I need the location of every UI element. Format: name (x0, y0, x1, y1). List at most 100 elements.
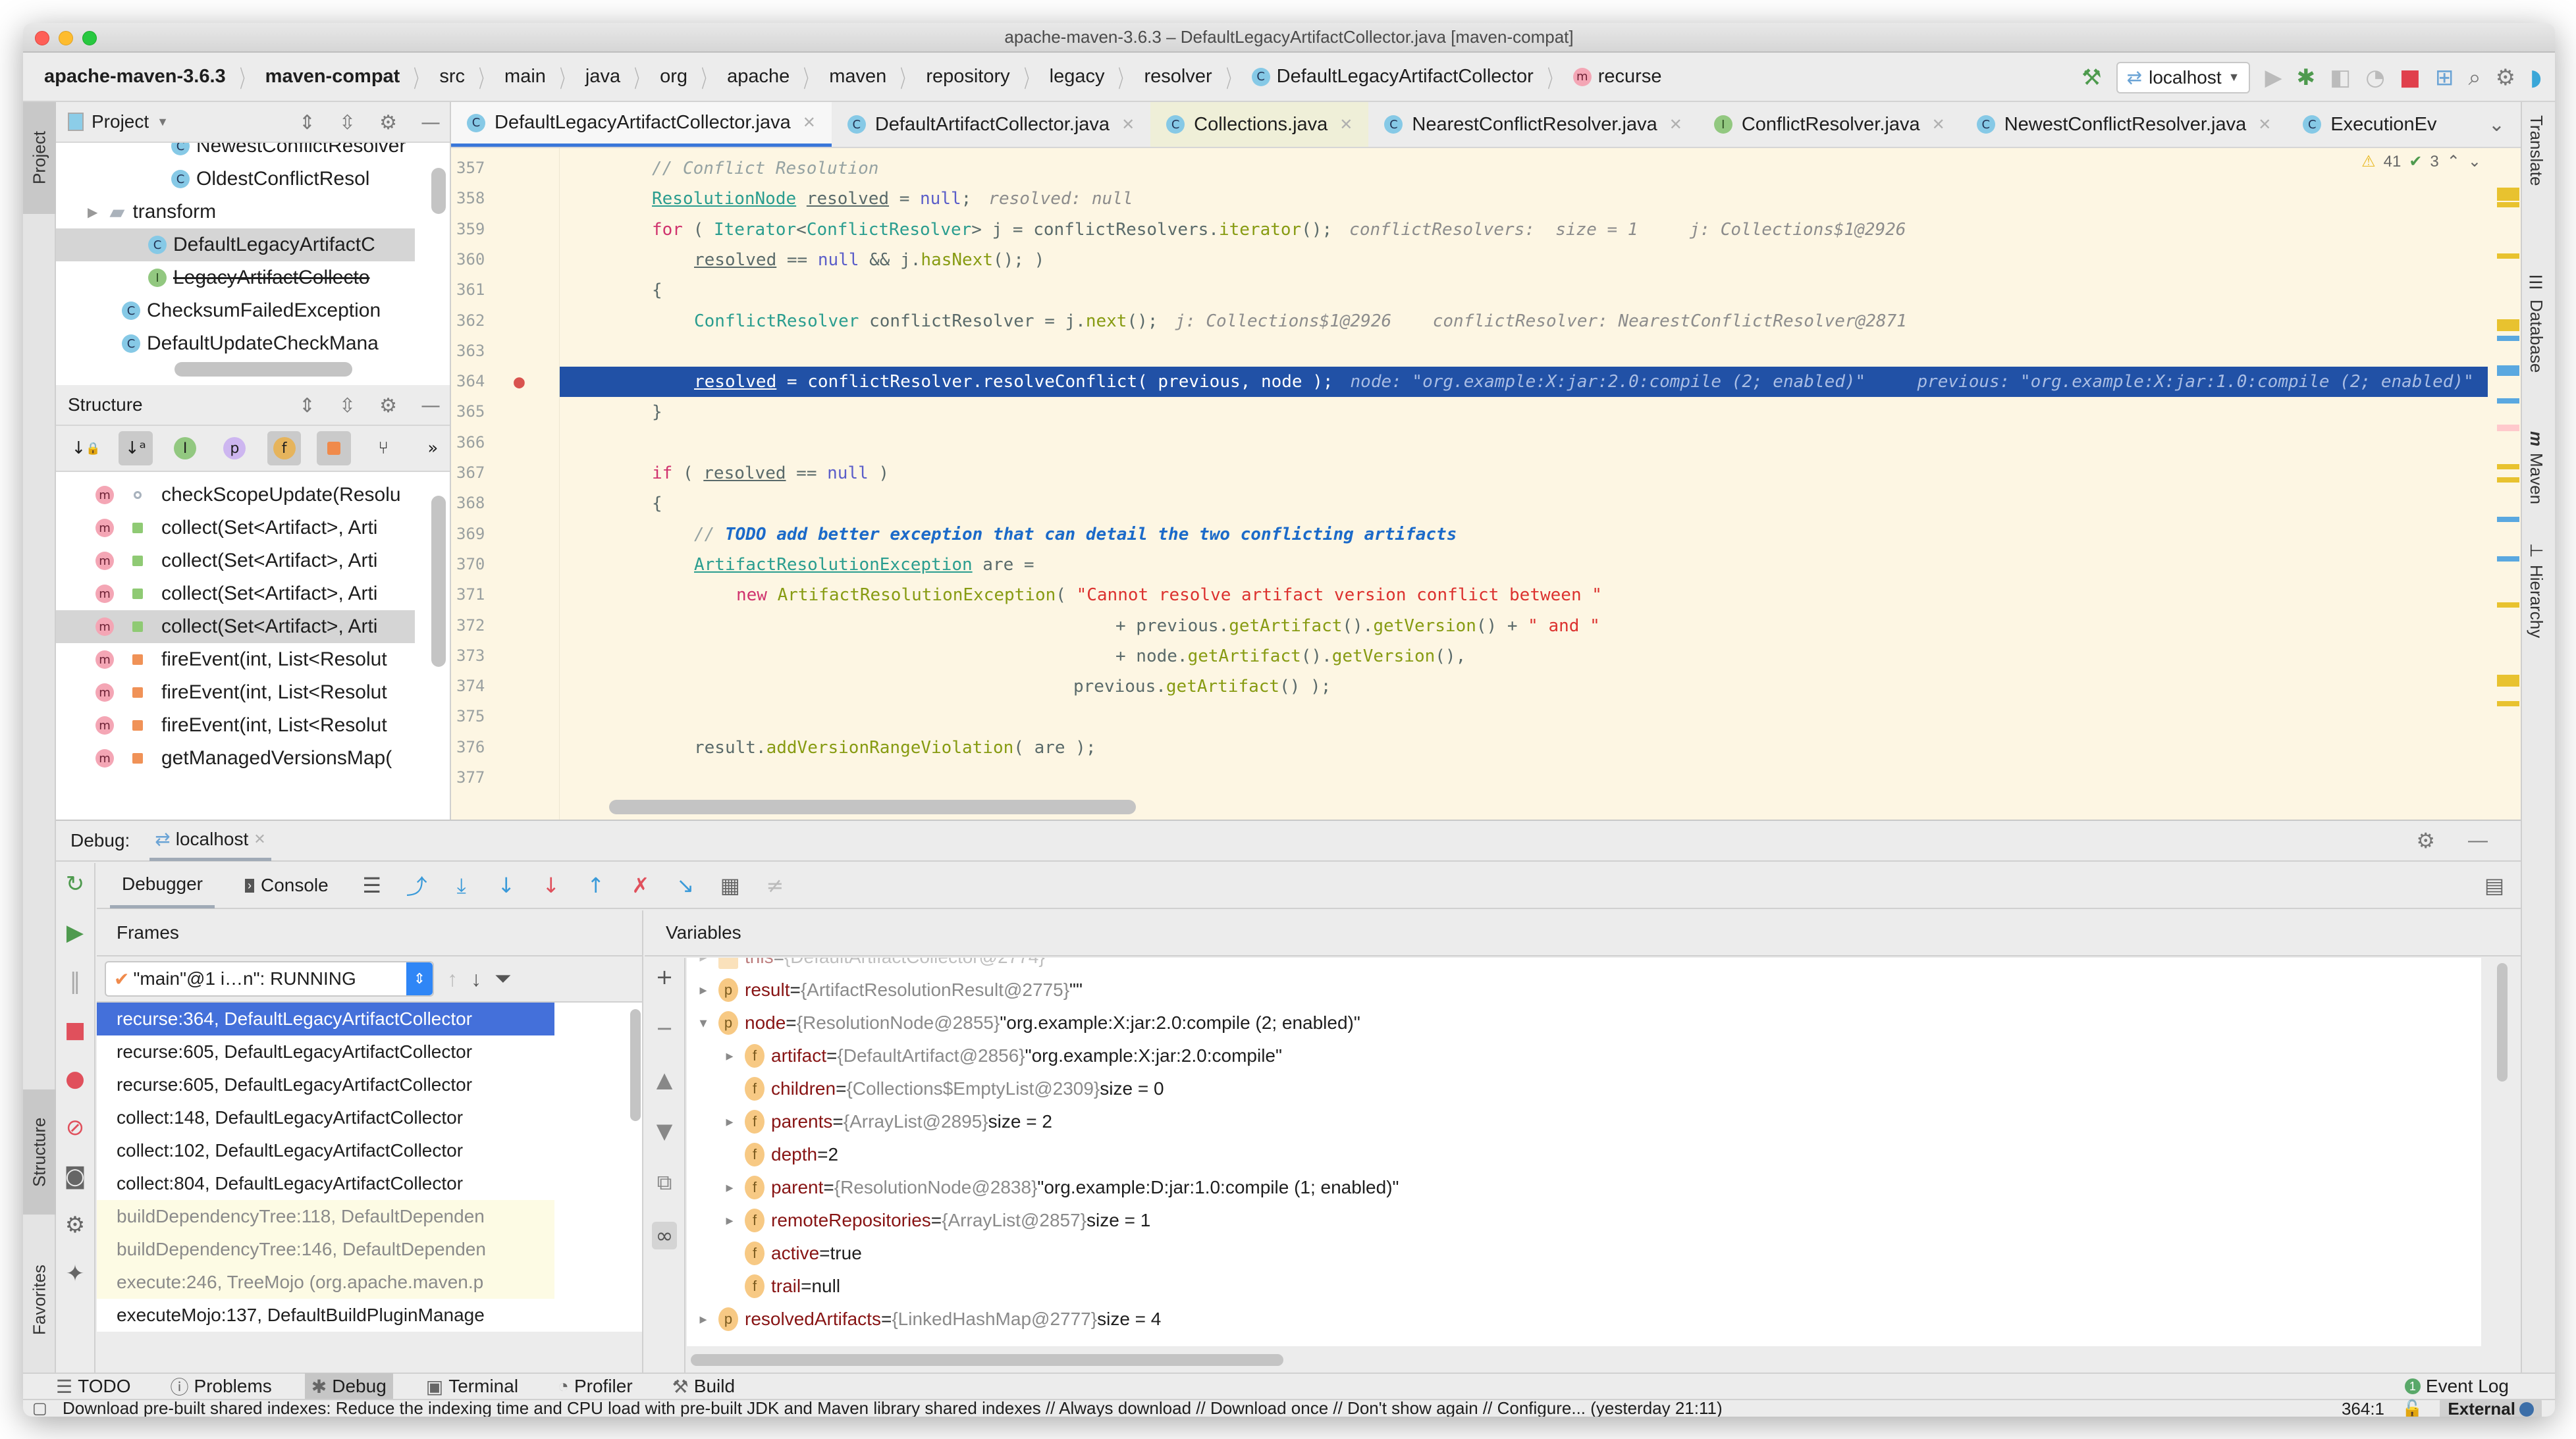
tool-tab-favorites[interactable]: Favorites (23, 1234, 56, 1366)
layout-icon[interactable]: ☰ (359, 873, 385, 898)
tree-item[interactable]: C DefaultUpdateCheckMana (56, 327, 415, 360)
variable-row[interactable]: ▸ f parents = {ArrayList@2895} size = 2 (687, 1105, 2481, 1138)
collapse-all-icon[interactable]: ⇳ (339, 111, 356, 134)
lock-icon[interactable]: 🔓 (2402, 1399, 2423, 1417)
pause-icon[interactable]: ‖ (70, 968, 81, 995)
variable-row[interactable]: f children = {Collections$EmptyList@2309}… (687, 1072, 2481, 1105)
breakpoint-icon[interactable]: ● (514, 371, 525, 392)
thread-selector[interactable]: ✔ "main"@1 i…n": RUNNING ⇕ (105, 961, 434, 997)
expand-toggle-icon[interactable]: ▾ (693, 1015, 713, 1032)
error-stripe-mark[interactable] (2497, 398, 2519, 404)
minimize-window-button[interactable] (59, 31, 73, 45)
error-stripe-mark[interactable] (2497, 675, 2519, 687)
collapse-all-icon[interactable]: ⇳ (339, 394, 356, 417)
run-to-cursor-icon[interactable]: ↘ (672, 873, 699, 898)
expand-toggle-icon[interactable]: ▸ (720, 1048, 739, 1064)
drop-frame-icon[interactable]: ✗ (628, 873, 654, 898)
settings-icon[interactable]: ⚙ (65, 1212, 85, 1238)
breadcrumb-item[interactable]: apache-maven-3.6.3 (44, 66, 226, 88)
show-execution-point-icon[interactable]: ⤴ (404, 870, 430, 901)
mute-breakpoints-icon[interactable]: ⊘ (66, 1114, 85, 1141)
variable-row[interactable]: ▸ p resolvedArtifacts = {LinkedHashMap@277… (687, 1303, 2481, 1336)
show-non-public-icon[interactable] (317, 431, 351, 465)
stack-frame[interactable]: recurse:605, DefaultLegacyArtifactCollec… (97, 1035, 554, 1068)
tool-tab-structure[interactable]: Structure (23, 1089, 56, 1215)
code-line[interactable]: previous.getArtifact() ); (560, 671, 2488, 702)
code-line[interactable] (560, 336, 2488, 367)
tool-window-profiler[interactable]: ◔ Profiler (551, 1373, 639, 1400)
sort-alphabetically-icon[interactable]: ↓ᵃ (119, 431, 153, 465)
breadcrumb-item[interactable]: C DefaultLegacyArtifactCollector (1251, 66, 1534, 88)
editor-tab[interactable]: C ExecutionEv (2287, 102, 2452, 147)
status-message[interactable]: Download pre-built shared indexes: Reduc… (63, 1398, 1723, 1417)
breadcrumb-item[interactable]: resolver (1144, 66, 1212, 88)
view-breakpoints-icon[interactable]: ● (65, 1066, 85, 1092)
step-over-icon[interactable]: ⤓ (448, 873, 475, 899)
caret-position[interactable]: 364:1 (2342, 1399, 2384, 1417)
code-line[interactable]: new ArtifactResolutionException( "Cannot… (560, 580, 2488, 610)
toolbox-icon[interactable]: ◗ (2530, 66, 2542, 89)
variable-row[interactable]: ▸ f parent = {ResolutionNode@2838} "org.ex… (687, 1171, 2481, 1204)
structure-vertical-scrollbar[interactable] (431, 496, 446, 667)
chevron-down-icon[interactable]: ▼ (157, 115, 169, 129)
structure-item[interactable]: m collect(Set<Artifact>, Arti (56, 577, 415, 610)
gear-icon[interactable]: ⚙ (2416, 828, 2435, 853)
breadcrumb-item[interactable]: m recurse (1572, 66, 1661, 88)
gear-icon[interactable]: ⚙ (379, 394, 397, 417)
trace-icon[interactable]: ≠ (762, 873, 788, 898)
expand-toggle-icon[interactable]: ▸ (720, 1180, 739, 1196)
run-config-selector[interactable]: ⇄ localhost ▼ (2116, 61, 2251, 93)
toggle-tool-windows-icon[interactable]: ▢ (32, 1399, 47, 1417)
structure-item[interactable]: m collect(Set<Artifact>, Arti (56, 511, 415, 544)
editor-tab[interactable]: C NewestConflictResolver.java ✕ (1961, 102, 2288, 147)
code-line[interactable] (560, 702, 2488, 732)
tool-window-build[interactable]: ⚒ Build (666, 1373, 741, 1400)
translate-icon[interactable]: ⊞ (2435, 66, 2454, 89)
breadcrumb-item[interactable]: repository (926, 66, 1009, 88)
error-stripe-mark[interactable] (2497, 425, 2519, 431)
code-line[interactable]: ConflictResolver conflictResolver = j.ne… (560, 306, 2488, 336)
code-line[interactable]: { (560, 488, 2488, 519)
code-line[interactable]: // Conflict Resolution (560, 153, 2488, 184)
tree-item[interactable]: ▶ ▰ transform (56, 196, 415, 228)
breadcrumb-item[interactable]: java (585, 66, 620, 88)
close-tab-icon[interactable]: ✕ (1932, 115, 1945, 134)
code-line[interactable]: + previous.getArtifact().getVersion() + … (560, 611, 2488, 641)
code-line[interactable]: ArtifactResolutionException are = (560, 550, 2488, 580)
code-line[interactable]: for ( Iterator<ConflictResolver> j = con… (560, 215, 2488, 245)
run-icon[interactable]: ▶ (2265, 66, 2282, 89)
gear-icon[interactable]: ⚙ (379, 111, 397, 134)
tool-window-problems[interactable]: ⓘ Problems (164, 1373, 279, 1400)
variable-row[interactable]: f trail = null (687, 1270, 2481, 1303)
editor-tab[interactable]: C DefaultArtifactCollector.java ✕ (832, 102, 1150, 147)
hide-icon[interactable]: — (2468, 829, 2488, 852)
execution-line[interactable]: resolved = conflictResolver.resolveConfl… (560, 367, 2488, 398)
tree-item[interactable]: C OldestConflictResol (56, 163, 415, 196)
editor-tab[interactable]: I ConflictResolver.java ✕ (1698, 102, 1961, 147)
search-icon[interactable]: ⌕ (2469, 66, 2481, 89)
coverage-icon[interactable]: ◧ (2330, 66, 2351, 89)
code-line[interactable]: } (560, 397, 2488, 427)
tool-tab-hierarchy[interactable]: ⊥ Hierarchy (2526, 543, 2546, 638)
code-line[interactable] (560, 763, 2488, 793)
duplicate-icon[interactable]: ⧉ (657, 1170, 672, 1195)
tool-tab-translate[interactable]: Translate (2526, 115, 2546, 186)
variable-row[interactable]: ▸ this = {DefaultArtifactCollector@2774} (687, 958, 2481, 974)
breadcrumb-item[interactable]: legacy (1050, 66, 1105, 88)
hide-icon[interactable]: — (421, 394, 441, 417)
expand-toggle-icon[interactable]: ▸ (693, 982, 713, 999)
code-line[interactable]: if ( resolved == null ) (560, 458, 2488, 488)
tree-item[interactable]: C ChecksumFailedException (56, 294, 415, 327)
error-stripe-mark[interactable] (2497, 556, 2519, 562)
stack-frame[interactable]: buildDependencyTree:118, DefaultDependen (97, 1200, 554, 1233)
zoom-window-button[interactable] (82, 31, 97, 45)
show-fields-icon[interactable]: f (267, 431, 302, 465)
tab-console[interactable]: › Console (233, 862, 340, 908)
remove-watch-icon[interactable]: − (656, 1016, 674, 1041)
variables-vertical-scrollbar[interactable] (2497, 963, 2508, 1082)
hide-icon[interactable]: — (421, 111, 441, 134)
show-watches-icon[interactable]: ∞ (651, 1222, 678, 1249)
next-frame-icon[interactable]: ↓ (471, 967, 481, 991)
code-line[interactable]: result.addVersionRangeViolation( are ); (560, 733, 2488, 763)
stack-frame[interactable]: recurse:364, DefaultLegacyArtifactCollec… (97, 1003, 554, 1035)
